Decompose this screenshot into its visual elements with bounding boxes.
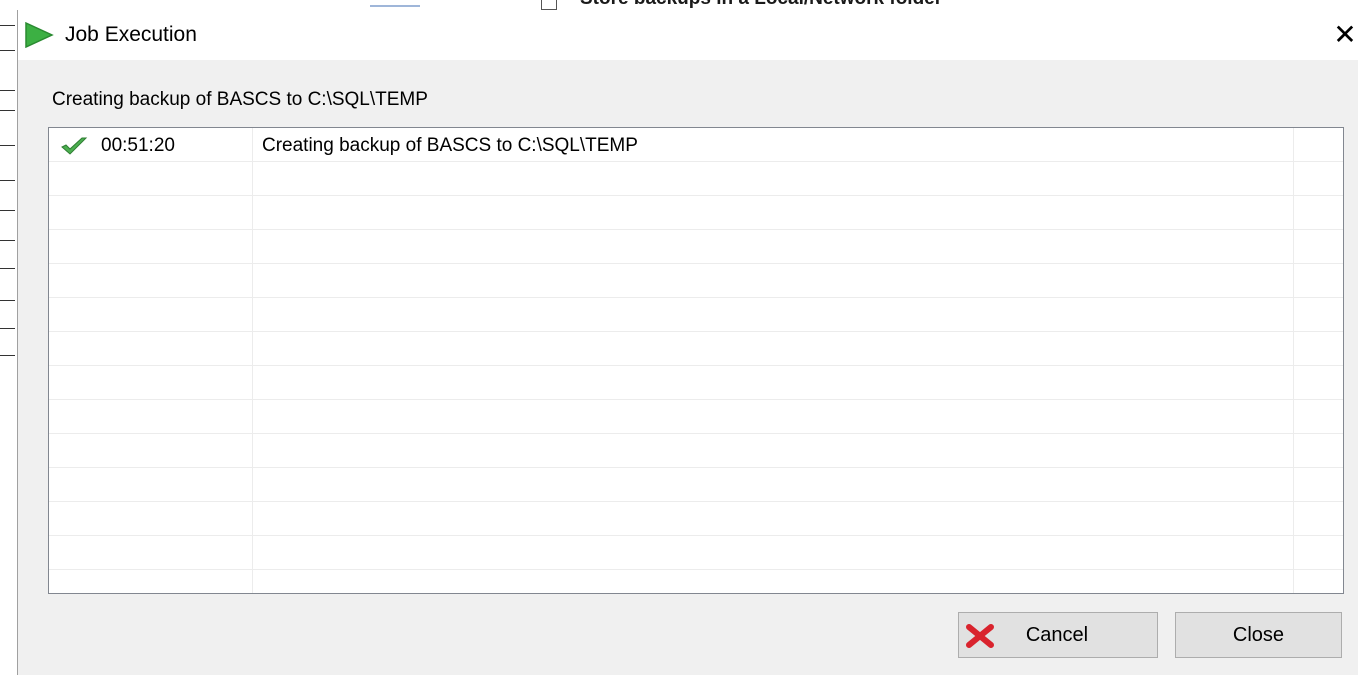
table-row xyxy=(49,196,1343,230)
table-row xyxy=(49,162,1343,196)
background-window-left xyxy=(0,10,18,675)
close-window-button[interactable]: ✕ xyxy=(1332,19,1358,51)
background-tick xyxy=(0,240,15,241)
background-tick xyxy=(0,355,15,356)
table-row xyxy=(49,332,1343,366)
background-tick xyxy=(0,110,15,111)
log-time: 00:51:20 xyxy=(101,135,175,156)
background-tick xyxy=(0,328,15,329)
status-text: Creating backup of BASCS to C:\SQL\TEMP xyxy=(52,89,428,110)
background-tick xyxy=(0,25,15,26)
background-tick xyxy=(0,210,15,211)
dialog-title: Job Execution xyxy=(65,23,197,46)
check-icon xyxy=(60,136,88,156)
table-row xyxy=(49,230,1343,264)
table-row xyxy=(49,434,1343,468)
background-heading: Store backups in a Local/Network folder xyxy=(580,0,942,10)
background-window-top: Store backups in a Local/Network folder xyxy=(0,0,1358,10)
table-row xyxy=(49,536,1343,570)
table-row xyxy=(49,502,1343,536)
table-row xyxy=(49,570,1343,593)
execution-log-grid[interactable]: 00:51:20 Creating backup of BASCS to C:\… xyxy=(48,127,1344,594)
background-tick xyxy=(0,90,15,91)
background-tick xyxy=(0,268,15,269)
close-button[interactable]: Close xyxy=(1175,612,1342,658)
background-checkbox xyxy=(541,0,557,10)
background-tick xyxy=(0,50,15,51)
cancel-button-label: Cancel xyxy=(1025,624,1089,646)
table-row xyxy=(49,366,1343,400)
table-row xyxy=(49,264,1343,298)
table-row[interactable]: 00:51:20 Creating backup of BASCS to C:\… xyxy=(49,128,1343,162)
title-bar[interactable]: Job Execution ✕ xyxy=(18,10,1358,60)
table-row xyxy=(49,298,1343,332)
time-cell: 00:51:20 xyxy=(49,128,253,162)
job-execution-dialog: Job Execution ✕ Creating backup of BASCS… xyxy=(18,10,1358,675)
background-tab-underline xyxy=(370,5,420,7)
background-tick xyxy=(0,180,15,181)
cancel-button[interactable]: Cancel xyxy=(958,612,1158,658)
background-tick xyxy=(0,300,15,301)
play-icon xyxy=(24,21,54,49)
log-message: Creating backup of BASCS to C:\SQL\TEMP xyxy=(262,135,638,156)
table-row xyxy=(49,400,1343,434)
background-tick xyxy=(0,145,15,146)
table-row xyxy=(49,468,1343,502)
close-button-label: Close xyxy=(1232,624,1285,646)
